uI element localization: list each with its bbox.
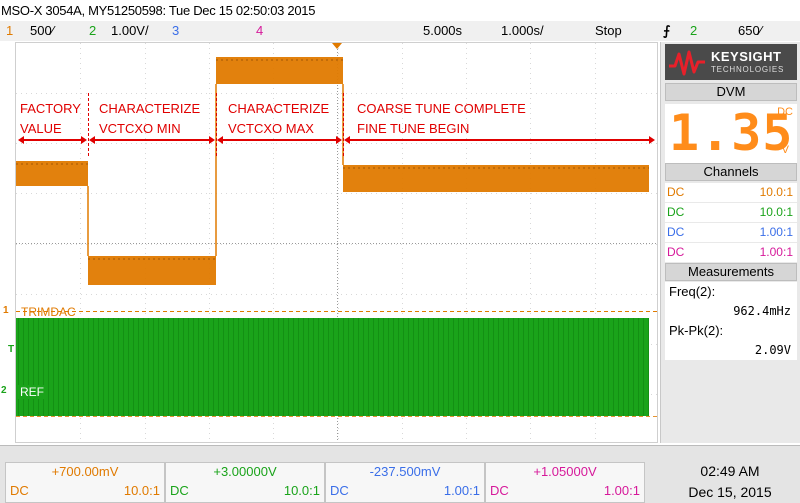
ch2-coupling-bottom: DC xyxy=(170,483,189,498)
ref-trace-band xyxy=(16,318,649,416)
channel-row-1[interactable]: DC 10.0:1 xyxy=(665,183,797,202)
ch1-probe-bottom: 10.0:1 xyxy=(123,483,160,498)
ch2-probe-bottom: 10.0:1 xyxy=(283,483,320,498)
ch3-probe-bottom: 1.00:1 xyxy=(443,483,480,498)
annotation-factory-value: FACTORY VALUE xyxy=(20,101,81,136)
ch4-probe: 1.00:1 xyxy=(759,245,793,259)
ch1-scale[interactable]: 500∕ xyxy=(30,23,54,38)
bottom-bar: +700.00mV DC 10.0:1 +3.00000V DC 10.0:1 … xyxy=(0,445,800,503)
trigger-level-marker[interactable]: T xyxy=(8,344,14,355)
annotation-arrowhead-left xyxy=(217,136,223,144)
clock: 02:49 AM Dec 15, 2015 xyxy=(665,461,795,503)
meas-freq-value: 962.4mHz xyxy=(665,301,797,321)
trimdac-trace-segment xyxy=(88,256,216,285)
ch4-number[interactable]: 4 xyxy=(256,23,263,38)
annotation-vctcxo-max: CHARACTERIZE VCTCXO MAX xyxy=(228,101,330,136)
ch3-coupling: DC xyxy=(667,225,685,239)
dvm-coupling: DC xyxy=(777,106,793,118)
dvm-header[interactable]: DVM xyxy=(665,83,797,101)
ch4-settings[interactable]: +1.05000V DC 1.00:1 xyxy=(485,462,645,503)
channel-row-3[interactable]: DC 1.00:1 xyxy=(665,223,797,242)
ch4-probe-bottom: 1.00:1 xyxy=(603,483,640,498)
ref-label: REF xyxy=(18,385,46,399)
trigger-source[interactable]: 2 xyxy=(690,23,697,38)
ch1-number[interactable]: 1 xyxy=(6,23,13,38)
clock-time: 02:49 AM xyxy=(700,463,760,479)
trigger-level[interactable]: 650∕ xyxy=(738,23,762,38)
ch3-coupling-bottom: DC xyxy=(330,483,349,498)
ch1-settings[interactable]: +700.00mV DC 10.0:1 xyxy=(5,462,165,503)
trimdac-trace-segment xyxy=(16,161,88,186)
trigger-edge-icon: ⨍ xyxy=(663,23,671,38)
ch2-probe: 10.0:1 xyxy=(759,205,793,219)
trimdac-trace-segment xyxy=(343,165,649,192)
ch2-coupling: DC xyxy=(667,205,685,219)
ch1-offset: +700.00mV xyxy=(51,464,119,479)
logo-tech: TECHNOLOGIES xyxy=(711,65,785,74)
ch2-offset: +3.00000V xyxy=(213,464,277,479)
logo-brand: KEYSIGHT xyxy=(711,49,782,64)
ch3-number[interactable]: 3 xyxy=(172,23,179,38)
annotation-arrowhead-right xyxy=(209,136,215,144)
ch4-coupling: DC xyxy=(667,245,685,259)
dvm-value: 1.35 xyxy=(669,104,794,162)
annotation-fine-tune: COARSE TUNE COMPLETE FINE TUNE BEGIN xyxy=(357,101,526,136)
meas-pkpk-label: Pk-Pk(2): xyxy=(665,321,797,341)
channel-row-4[interactable]: DC 1.00:1 xyxy=(665,243,797,262)
channels-header[interactable]: Channels xyxy=(665,163,797,181)
measurements-header[interactable]: Measurements xyxy=(665,263,797,281)
ch1-probe: 10.0:1 xyxy=(759,185,793,199)
ch2-settings[interactable]: +3.00000V DC 10.0:1 xyxy=(165,462,325,503)
clock-date: Dec 15, 2015 xyxy=(688,484,772,500)
trigger-position-marker xyxy=(332,43,342,49)
ch3-offset: -237.500mV xyxy=(369,464,441,479)
trimdac-label: TRIMDAC xyxy=(21,305,76,319)
annotation-arrowhead-right xyxy=(336,136,342,144)
ch4-coupling-bottom: DC xyxy=(490,483,509,498)
time-reference[interactable]: 5.000s xyxy=(423,23,462,38)
ch1-coupling: DC xyxy=(667,185,685,199)
meas-freq-label: Freq(2): xyxy=(665,282,797,302)
ch2-number[interactable]: 2 xyxy=(89,23,96,38)
dvm-unit: V xyxy=(781,144,789,156)
run-state[interactable]: Stop xyxy=(595,23,622,38)
window-title: MSO-X 3054A, MY51250598: Tue Dec 15 02:5… xyxy=(1,3,316,18)
annotation-arrowhead-right xyxy=(81,136,87,144)
side-panel: KEYSIGHT TECHNOLOGIES DVM 1.35 DC V Chan… xyxy=(660,42,800,443)
ch2-ground-marker[interactable]: 2 xyxy=(1,385,7,396)
waveform-display[interactable]: FACTORY VALUE CHARACTERIZE VCTCXO MIN CH… xyxy=(15,42,658,443)
annotation-arrowhead-right xyxy=(649,136,655,144)
annotation-arrowhead-left xyxy=(344,136,350,144)
trimdac-trace-segment xyxy=(216,57,343,84)
dvm-readout: 1.35 DC V xyxy=(665,104,797,164)
annotation-vctcxo-min: CHARACTERIZE VCTCXO MIN xyxy=(99,101,201,136)
time-scale[interactable]: 1.000s/ xyxy=(501,23,544,38)
status-bar: 1 500∕ 2 1.00V/ 3 4 5.000s 1.000s/ Stop … xyxy=(0,21,800,41)
ch4-offset: +1.05000V xyxy=(533,464,597,479)
ch1-ground-marker[interactable]: 1 xyxy=(3,305,9,316)
channel-row-2[interactable]: DC 10.0:1 xyxy=(665,203,797,222)
ch2-scale[interactable]: 1.00V/ xyxy=(111,23,149,38)
ch3-settings[interactable]: -237.500mV DC 1.00:1 xyxy=(325,462,485,503)
ch3-probe: 1.00:1 xyxy=(759,225,793,239)
annotation-arrowhead-left xyxy=(89,136,95,144)
keysight-wave-icon xyxy=(669,50,705,76)
ch1-coupling-bottom: DC xyxy=(10,483,29,498)
meas-pkpk-value: 2.09V xyxy=(665,340,797,360)
keysight-logo: KEYSIGHT TECHNOLOGIES xyxy=(665,44,797,80)
